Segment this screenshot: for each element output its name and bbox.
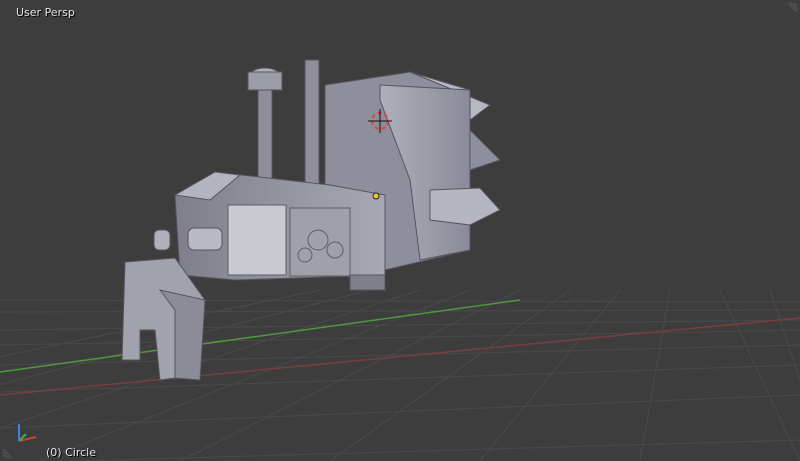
y-axis-line — [0, 299, 521, 373]
3d-viewport[interactable]: User Persp (0) Circle — [0, 0, 800, 461]
floor-grid — [0, 289, 800, 461]
area-split-widget-icon[interactable] — [784, 2, 798, 16]
viewport-scene[interactable] — [0, 0, 800, 461]
active-object-info: (0) Circle — [46, 446, 96, 459]
view-name-label: User Persp — [16, 6, 75, 19]
model-mesh[interactable] — [121, 59, 501, 381]
object-origin-icon[interactable] — [372, 192, 380, 200]
area-split-widget-icon[interactable] — [2, 445, 16, 459]
x-axis-line — [0, 317, 800, 396]
